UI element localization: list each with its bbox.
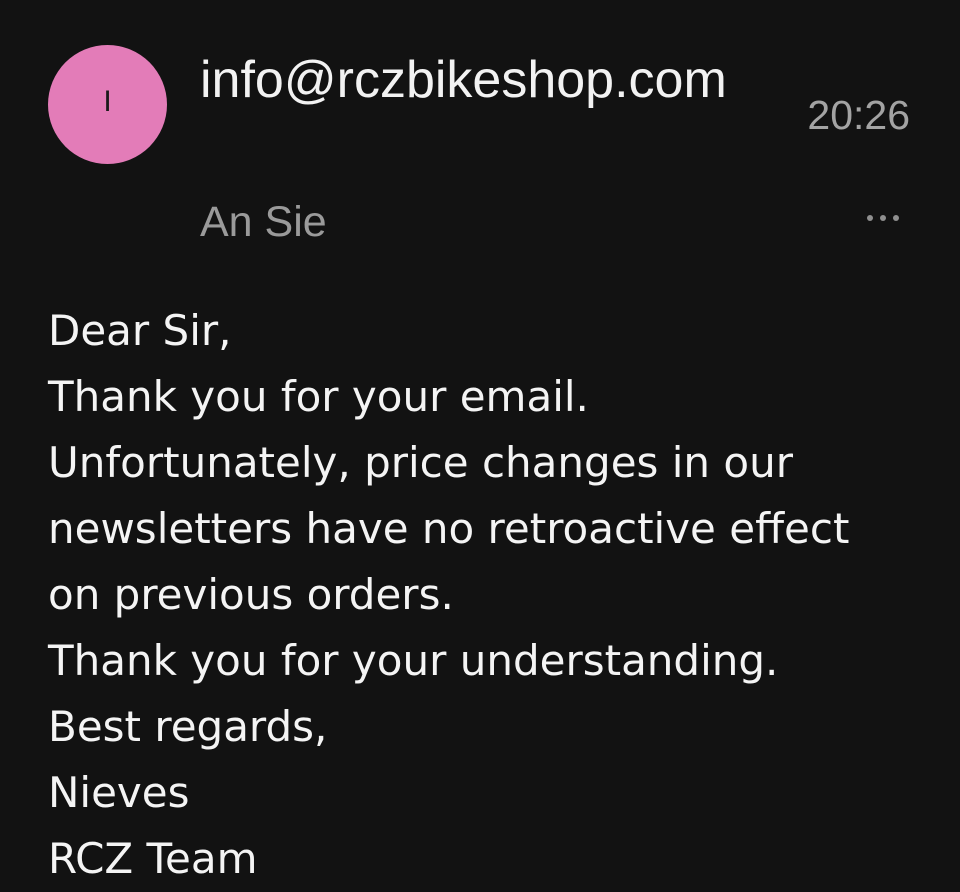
recipient-label[interactable]: An Sie — [200, 195, 327, 249]
body-line: RCZ Team — [48, 834, 258, 883]
body-line: newsletters have no retroactive effect — [48, 504, 850, 553]
body-line: Nieves — [48, 768, 190, 817]
body-line: Thank you for your email. — [48, 372, 589, 421]
more-options-button[interactable] — [858, 198, 908, 238]
body-line: on previous orders. — [48, 570, 454, 619]
body-line: Dear Sir, — [48, 306, 232, 355]
body-line: Best regards, — [48, 702, 328, 751]
email-body: Dear Sir, Thank you for your email. Unfo… — [48, 298, 938, 892]
sender-address[interactable]: info@rczbikeshop.com — [200, 45, 760, 115]
email-header: I info@rczbikeshop.com An Sie 20:26 — [0, 0, 960, 270]
sender-avatar[interactable]: I — [48, 45, 167, 164]
received-time: 20:26 — [807, 92, 910, 138]
more-horizontal-icon — [867, 215, 899, 221]
body-line: Unfortunately, price changes in our — [48, 438, 793, 487]
body-line: Thank you for your understanding. — [48, 636, 779, 685]
avatar-initial: I — [103, 84, 112, 118]
